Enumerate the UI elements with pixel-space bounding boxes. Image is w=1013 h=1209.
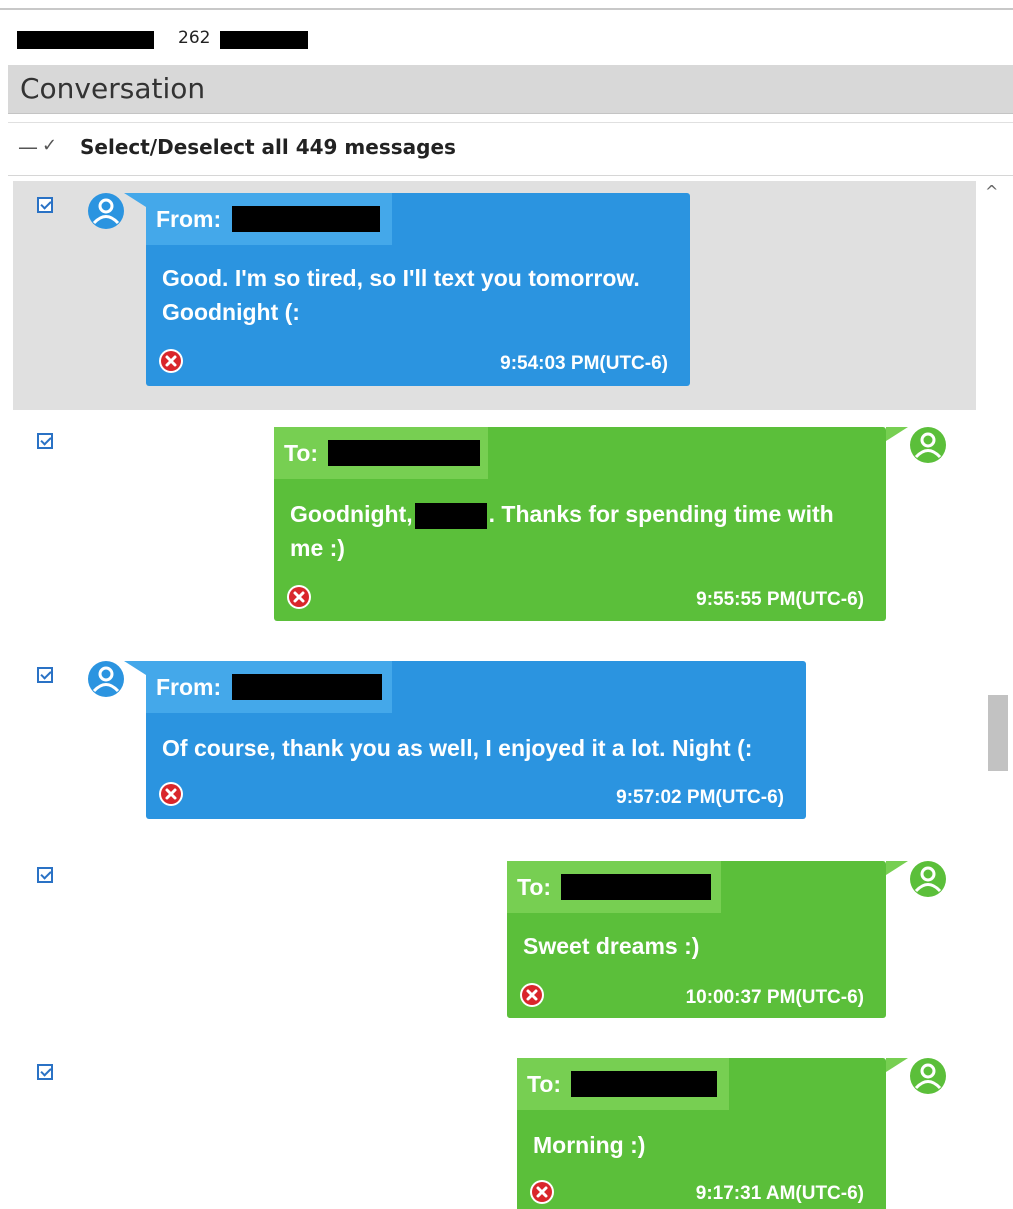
failed-x-icon: [287, 585, 311, 609]
redacted-contact-number: [220, 31, 308, 49]
message-checkbox[interactable]: [37, 667, 53, 683]
failed-x-icon: [159, 349, 183, 373]
check-icon[interactable]: ✓: [42, 135, 57, 156]
redacted-name: [414, 502, 487, 529]
person-circle-icon: [910, 861, 946, 897]
redacted-recipient: [571, 1071, 717, 1097]
top-divider: [0, 8, 1013, 10]
message-timestamp: 10:00:37 PM(UTC-6): [685, 987, 864, 1008]
failed-x-icon: [159, 782, 183, 806]
message-checkbox[interactable]: [37, 433, 53, 449]
from-label: From:: [156, 206, 222, 232]
redacted-recipient: [561, 874, 711, 900]
message-text: Sweet dreams :): [523, 933, 700, 959]
message-header: To:: [274, 427, 488, 479]
message-checkbox[interactable]: [37, 197, 53, 213]
message-bubble-to[interactable]: To: Goodnight,. Thanks for spending time…: [274, 427, 886, 621]
message-timestamp: 9:54:03 PM(UTC-6): [500, 353, 668, 374]
message-header: From:: [146, 193, 392, 245]
redacted-sender: [232, 206, 380, 232]
page-title: Conversation: [20, 72, 206, 105]
message-timestamp: 9:17:31 AM(UTC-6): [695, 1183, 864, 1204]
failed-x-icon: [530, 1180, 554, 1204]
redacted-sender: [232, 674, 382, 700]
message-bubble-from[interactable]: From: Of course, thank you as well, I en…: [146, 661, 806, 819]
select-all-row[interactable]: — ✓ Select/Deselect all 449 messages: [8, 122, 1013, 176]
message-timestamp: 9:55:55 PM(UTC-6): [696, 589, 864, 610]
to-label: To:: [527, 1071, 562, 1097]
failed-x-icon: [520, 983, 544, 1007]
redacted-recipient: [328, 440, 480, 466]
message-header: From:: [146, 661, 392, 713]
person-circle-icon: [910, 427, 946, 463]
message-bubble-to[interactable]: To: Sweet dreams :) 10:00:37 PM(UTC-6): [507, 861, 886, 1018]
to-label: To:: [517, 874, 552, 900]
collapse-icon[interactable]: —: [18, 135, 38, 159]
redacted-contact-name: [17, 31, 154, 49]
person-circle-icon: [910, 1058, 946, 1094]
contact-number: 262: [178, 28, 211, 48]
message-bubble-from[interactable]: From: Good. I'm so tired, so I'll text y…: [146, 193, 690, 386]
scrollbar-thumb[interactable]: [988, 695, 1008, 771]
conversation-header: Conversation: [8, 65, 1013, 114]
select-all-label[interactable]: Select/Deselect all 449 messages: [80, 135, 456, 159]
message-timestamp: 9:57:02 PM(UTC-6): [616, 787, 784, 808]
message-text: Of course, thank you as well, I enjoyed …: [162, 735, 753, 761]
message-bubble-to[interactable]: To: Morning :) 9:17:31 AM(UTC-6): [517, 1058, 886, 1209]
chevron-up-icon[interactable]: ^: [985, 182, 998, 201]
to-label: To:: [284, 440, 319, 466]
person-circle-icon: [88, 193, 124, 229]
message-text: Good. I'm so tired, so I'll text you tom…: [162, 265, 640, 325]
message-checkbox[interactable]: [37, 1064, 53, 1080]
message-header: To:: [507, 861, 721, 913]
message-text: Morning :): [533, 1132, 646, 1158]
message-text: Goodnight,. Thanks for spending time wit…: [290, 501, 834, 561]
from-label: From:: [156, 674, 222, 700]
message-checkbox[interactable]: [37, 867, 53, 883]
message-header: To:: [517, 1058, 729, 1110]
person-circle-icon: [88, 661, 124, 697]
